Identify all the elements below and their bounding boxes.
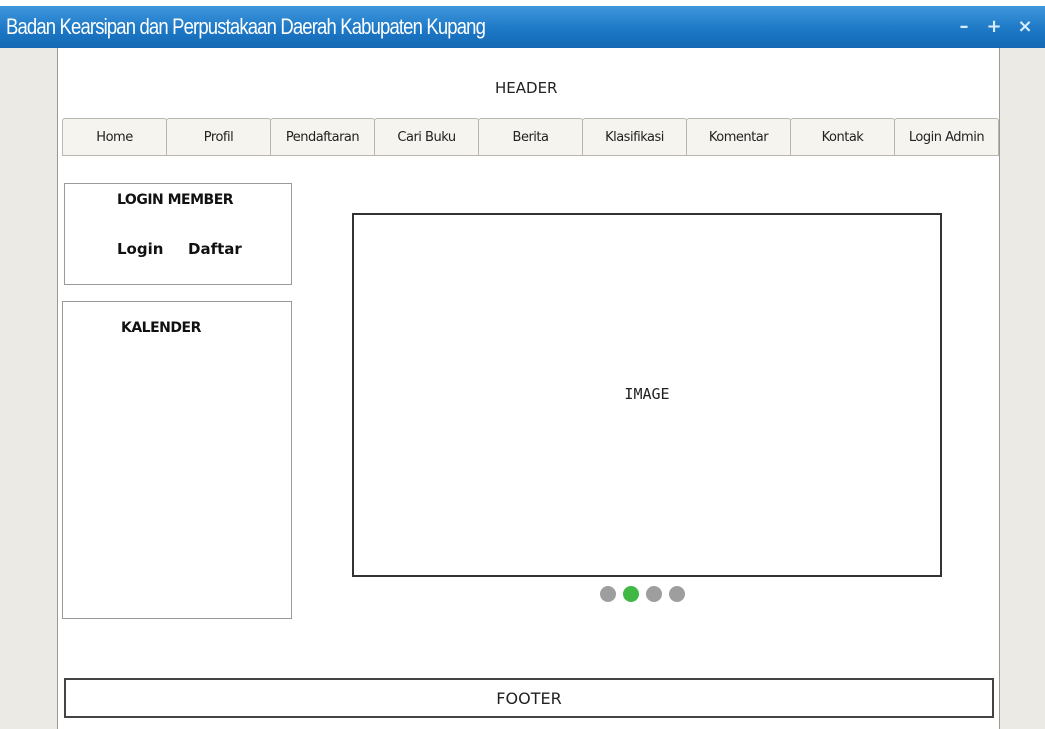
image-slider[interactable]: IMAGE bbox=[352, 213, 942, 577]
tab-home[interactable]: Home bbox=[62, 118, 167, 156]
tab-pendaftaran[interactable]: Pendaftaran bbox=[270, 118, 375, 156]
tab-kontak[interactable]: Kontak bbox=[790, 118, 895, 156]
footer-bar: FOOTER bbox=[64, 678, 994, 718]
header-placeholder: HEADER bbox=[495, 79, 558, 97]
nav-tabs: Home Profil Pendaftaran Cari Buku Berita… bbox=[62, 118, 999, 156]
daftar-link[interactable]: Daftar bbox=[188, 240, 242, 258]
window-margin-right bbox=[1000, 48, 1045, 729]
minimize-icon[interactable]: – bbox=[953, 16, 975, 38]
slider-dot[interactable] bbox=[623, 586, 639, 602]
image-placeholder: IMAGE bbox=[624, 385, 670, 403]
tab-profil[interactable]: Profil bbox=[166, 118, 271, 156]
tab-berita[interactable]: Berita bbox=[478, 118, 583, 156]
window-title: Badan Kearsipan dan Perpustakaan Daerah … bbox=[6, 14, 486, 39]
tab-cari-buku[interactable]: Cari Buku bbox=[374, 118, 479, 156]
slider-dot[interactable] bbox=[600, 586, 616, 602]
calendar-panel: KALENDER bbox=[62, 301, 292, 619]
title-bar[interactable]: Badan Kearsipan dan Perpustakaan Daerah … bbox=[0, 6, 1045, 48]
footer-label: FOOTER bbox=[496, 688, 562, 708]
login-member-panel: LOGIN MEMBER Login Daftar bbox=[64, 183, 292, 285]
slider-dot[interactable] bbox=[669, 586, 685, 602]
maximize-icon[interactable]: + bbox=[983, 16, 1005, 38]
tab-login-admin[interactable]: Login Admin bbox=[894, 118, 999, 156]
nav-divider bbox=[62, 155, 998, 156]
tab-klasifikasi[interactable]: Klasifikasi bbox=[582, 118, 687, 156]
login-link[interactable]: Login bbox=[117, 240, 163, 258]
slider-dots bbox=[600, 586, 685, 606]
app-window: Badan Kearsipan dan Perpustakaan Daerah … bbox=[0, 0, 1045, 729]
slider-dot[interactable] bbox=[646, 586, 662, 602]
close-icon[interactable]: × bbox=[1014, 16, 1036, 38]
login-member-title: LOGIN MEMBER bbox=[117, 192, 234, 208]
tab-komentar[interactable]: Komentar bbox=[686, 118, 791, 156]
calendar-title: KALENDER bbox=[121, 320, 201, 336]
window-margin-left bbox=[0, 48, 57, 729]
